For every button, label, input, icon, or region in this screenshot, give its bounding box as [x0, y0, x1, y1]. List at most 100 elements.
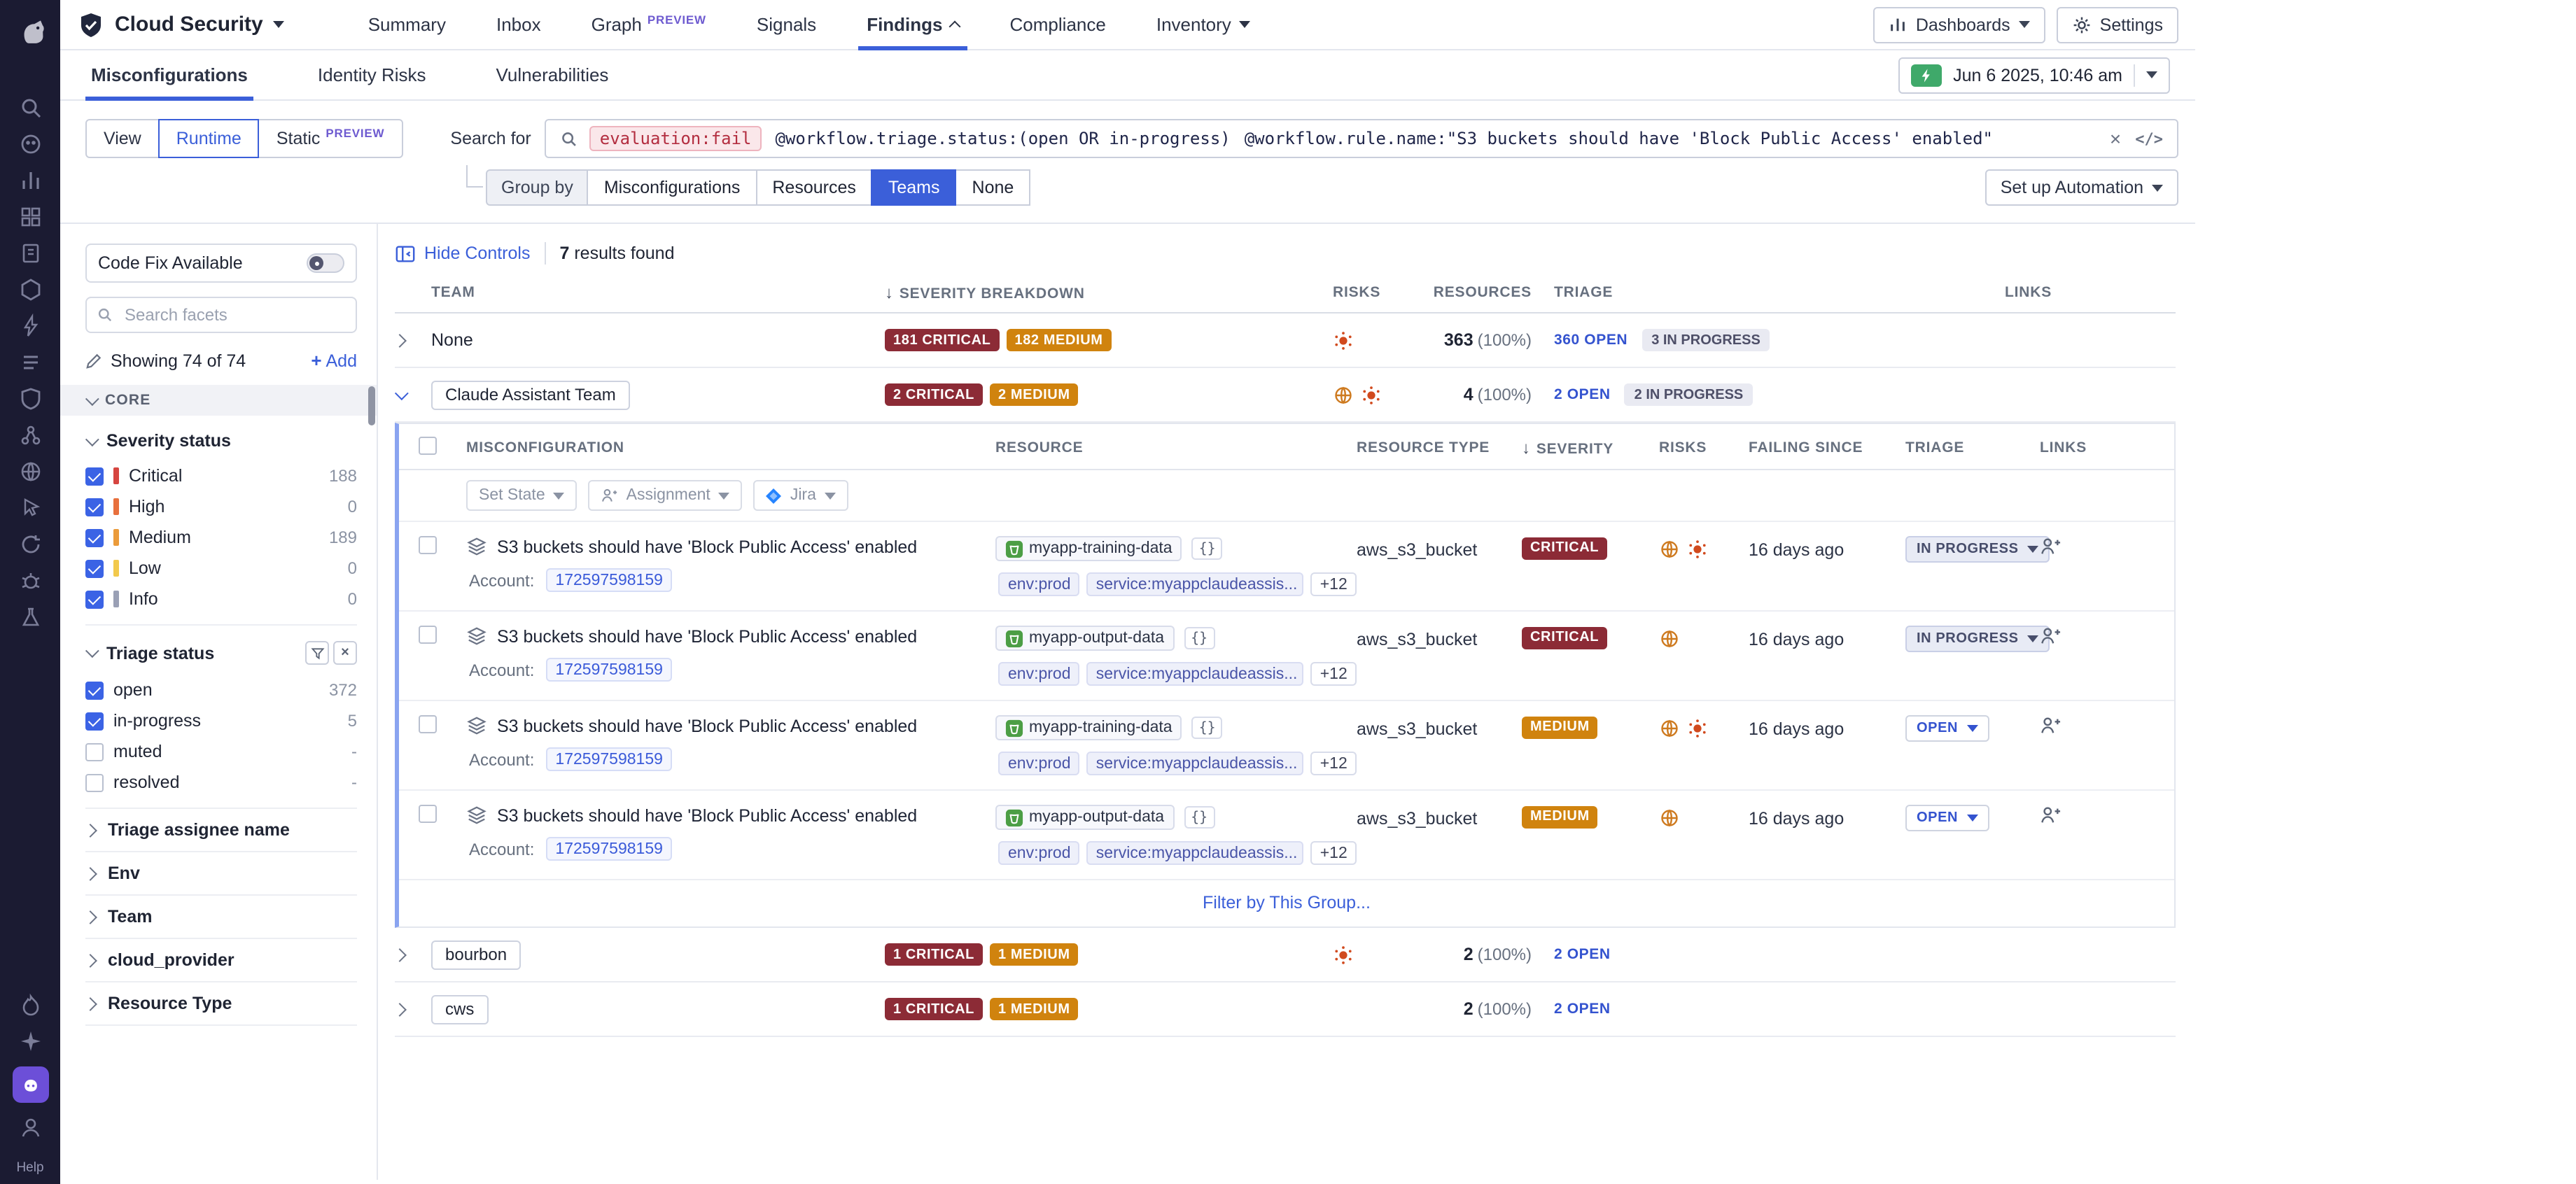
- security-icon[interactable]: [18, 386, 43, 411]
- json-braces-chip[interactable]: {}: [1192, 717, 1223, 739]
- group-row-cws[interactable]: cws 1 CRITICAL1 MEDIUM 2(100%) 2 OPEN: [395, 982, 2176, 1037]
- facet-value-open[interactable]: open372: [85, 675, 357, 705]
- sparkle-ai-icon[interactable]: [18, 1029, 43, 1054]
- group-row-none[interactable]: None 181 CRITICAL182 MEDIUM 363(100%) 36…: [395, 313, 2176, 368]
- rule-name[interactable]: S3 buckets should have 'Block Public Acc…: [497, 805, 917, 825]
- column-links[interactable]: LINKS: [2005, 284, 2176, 301]
- resource-chip[interactable]: myapp-output-data: [995, 626, 1174, 651]
- assign-person-plus-icon[interactable]: [2040, 536, 2061, 557]
- ci-icon[interactable]: [18, 532, 43, 557]
- set-state-button[interactable]: Set State: [466, 480, 578, 511]
- rule-name[interactable]: S3 buckets should have 'Block Public Acc…: [497, 537, 917, 556]
- env-tag[interactable]: env:prod: [998, 841, 1079, 865]
- watchdog-icon[interactable]: [18, 132, 43, 157]
- rum-icon[interactable]: [18, 495, 43, 521]
- dashboards-icon[interactable]: [18, 204, 43, 230]
- rule-name[interactable]: S3 buckets should have 'Block Public Acc…: [497, 626, 917, 646]
- public-access-globe-risk-icon[interactable]: [1659, 808, 1680, 829]
- clear-search-icon[interactable]: ×: [2110, 129, 2121, 148]
- checkbox[interactable]: [85, 742, 104, 761]
- user-icon[interactable]: [18, 1115, 43, 1141]
- column-risks[interactable]: RISKS: [1333, 284, 1417, 301]
- facet-group-header[interactable]: Severity status: [85, 431, 357, 451]
- resource-chip[interactable]: myapp-output-data: [995, 805, 1174, 830]
- env-tag[interactable]: env:prod: [998, 572, 1079, 596]
- facet-group-team[interactable]: Team: [85, 896, 357, 939]
- service-tag[interactable]: service:myappclaudeassis...: [1086, 572, 1303, 596]
- facet-group-triage-assignee[interactable]: Triage assignee name: [85, 809, 357, 852]
- triage-status-dropdown[interactable]: OPEN: [1905, 805, 1989, 831]
- checkbox[interactable]: [85, 559, 104, 577]
- facet-value-in-progress[interactable]: in-progress5: [85, 705, 357, 736]
- account-id-chip[interactable]: 172597598159: [545, 747, 673, 771]
- nav-signals[interactable]: Signals: [732, 0, 841, 50]
- account-id-chip[interactable]: 172597598159: [545, 837, 673, 861]
- facet-value-medium[interactable]: Medium189: [85, 522, 357, 553]
- set-up-automation-button[interactable]: Set up Automation: [1985, 169, 2178, 206]
- public-access-globe-risk-icon[interactable]: [1659, 539, 1680, 560]
- facet-value-low[interactable]: Low0: [85, 553, 357, 584]
- tab-identity-risks[interactable]: Identity Risks: [312, 50, 432, 100]
- threat-burst-risk-icon[interactable]: [1361, 384, 1382, 405]
- group-by-misconfigurations[interactable]: Misconfigurations: [587, 169, 757, 206]
- service-tag[interactable]: service:myappclaudeassis...: [1086, 752, 1303, 775]
- assign-person-plus-icon[interactable]: [2040, 715, 2061, 736]
- query-token-rule-name[interactable]: @workflow.rule.name:"S3 buckets should h…: [1245, 129, 1993, 148]
- facet-value-resolved[interactable]: resolved-: [85, 767, 357, 798]
- triage-status-dropdown[interactable]: OPEN: [1905, 715, 1989, 742]
- nav-inbox[interactable]: Inbox: [471, 0, 566, 50]
- facet-section-core[interactable]: CORE: [60, 385, 377, 416]
- column-risks[interactable]: RISKS: [1659, 439, 1749, 456]
- facet-clear-filter-button[interactable]: ×: [333, 641, 357, 665]
- column-triage[interactable]: TRIAGE: [1905, 439, 2040, 456]
- service-tag[interactable]: service:myappclaudeassis...: [1086, 841, 1303, 865]
- json-braces-chip[interactable]: {}: [1184, 627, 1214, 649]
- checkbox[interactable]: [85, 712, 104, 730]
- column-links[interactable]: LINKS: [2040, 439, 2174, 456]
- facet-group-cloud-provider[interactable]: cloud_provider: [85, 939, 357, 982]
- settings-button[interactable]: Settings: [2057, 6, 2178, 43]
- threat-burst-risk-icon[interactable]: [1687, 718, 1708, 739]
- more-tags-chip[interactable]: +12: [1310, 572, 1357, 596]
- checkbox[interactable]: [85, 590, 104, 608]
- account-id-chip[interactable]: 172597598159: [545, 568, 673, 592]
- rule-name[interactable]: S3 buckets should have 'Block Public Acc…: [497, 716, 917, 735]
- account-id-chip[interactable]: 172597598159: [545, 658, 673, 682]
- finding-row[interactable]: S3 buckets should have 'Block Public Acc…: [399, 701, 2174, 791]
- checkbox[interactable]: [85, 467, 104, 485]
- facet-filter-button[interactable]: [305, 641, 329, 665]
- row-checkbox[interactable]: [419, 626, 437, 644]
- triage-status-dropdown[interactable]: IN PROGRESS: [1905, 536, 2050, 563]
- checkbox[interactable]: [85, 773, 104, 791]
- metrics-icon[interactable]: [18, 168, 43, 193]
- column-failing-since[interactable]: FAILING SINCE: [1749, 439, 1905, 456]
- search-query-input[interactable]: evaluation:fail @workflow.triage.status:…: [545, 119, 2178, 158]
- incidents-icon[interactable]: [18, 992, 43, 1017]
- infrastructure-icon[interactable]: [18, 277, 43, 302]
- nav-graph[interactable]: GraphPREVIEW: [566, 0, 732, 50]
- resource-chip[interactable]: myapp-training-data: [995, 715, 1182, 740]
- triage-status-dropdown[interactable]: IN PROGRESS: [1905, 626, 2050, 652]
- view-label-segment[interactable]: View: [85, 119, 160, 158]
- edit-facets-icon[interactable]: [85, 352, 102, 369]
- facet-value-high[interactable]: High0: [85, 491, 357, 522]
- expand-chevron-icon[interactable]: [393, 334, 407, 348]
- facet-value-critical[interactable]: Critical188: [85, 460, 357, 491]
- query-token-triage-status[interactable]: @workflow.triage.status:(open OR in-prog…: [776, 129, 1231, 148]
- view-runtime-segment[interactable]: Runtime: [158, 119, 260, 158]
- add-facet-button[interactable]: +Add: [311, 350, 357, 371]
- dashboards-button[interactable]: Dashboards: [1874, 6, 2045, 43]
- error-tracking-icon[interactable]: [18, 568, 43, 593]
- facet-group-header[interactable]: Triage status ×: [85, 641, 357, 665]
- column-resource[interactable]: RESOURCE: [995, 439, 1357, 456]
- facet-search-input[interactable]: [122, 304, 346, 326]
- finding-row[interactable]: S3 buckets should have 'Block Public Acc…: [399, 791, 2174, 880]
- column-resources[interactable]: RESOURCES: [1417, 284, 1543, 301]
- public-access-globe-risk-icon[interactable]: [1659, 628, 1680, 649]
- json-braces-chip[interactable]: {}: [1192, 537, 1223, 560]
- assign-person-plus-icon[interactable]: [2040, 805, 2061, 826]
- view-static-segment[interactable]: StaticPREVIEW: [258, 119, 403, 158]
- facet-value-muted[interactable]: muted-: [85, 736, 357, 767]
- assign-person-plus-icon[interactable]: [2040, 626, 2061, 647]
- network-icon[interactable]: [18, 423, 43, 448]
